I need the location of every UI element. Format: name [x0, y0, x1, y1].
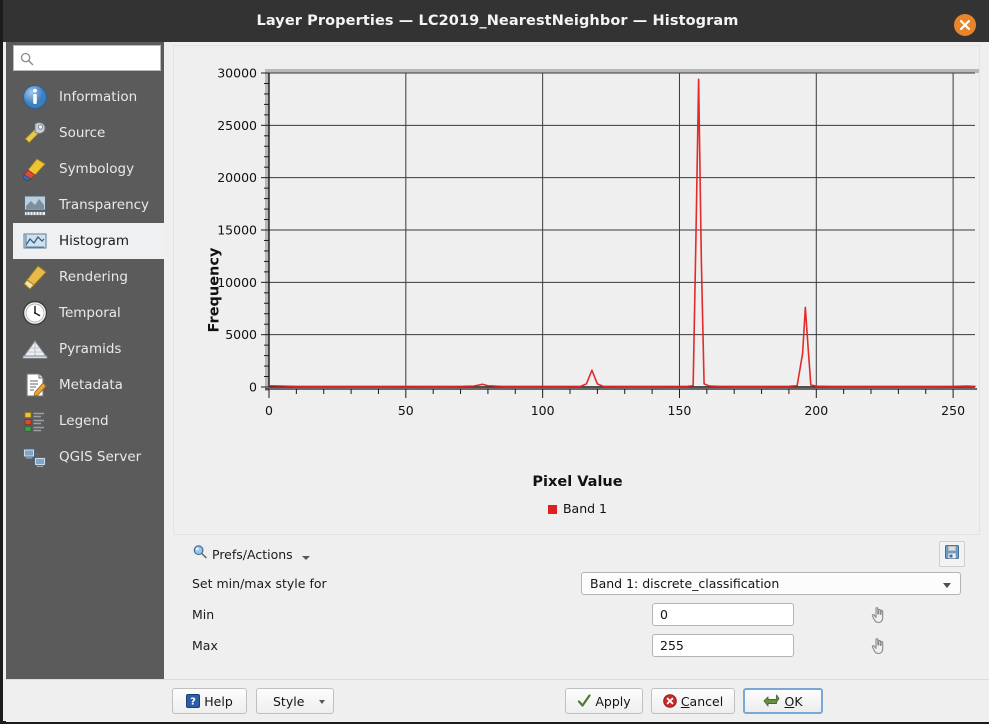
sidebar-item-metadata[interactable]: Metadata — [13, 367, 164, 403]
temporal-icon — [21, 299, 49, 327]
help-icon: ? — [186, 694, 201, 708]
magnifier-icon — [192, 544, 208, 564]
save-icon — [944, 544, 960, 564]
search-box[interactable] — [13, 45, 161, 71]
sidebar-item-label: QGIS Server — [59, 449, 142, 465]
svg-text:25000: 25000 — [217, 118, 257, 133]
svg-text:15000: 15000 — [217, 223, 257, 238]
legend-icon — [21, 407, 49, 435]
svg-text:?: ? — [190, 697, 196, 708]
min-input[interactable] — [652, 603, 794, 626]
apply-label: Apply — [595, 693, 631, 709]
search-input[interactable] — [40, 48, 159, 70]
band-select[interactable]: Band 1: discrete_classification — [581, 572, 961, 595]
metadata-icon — [21, 371, 49, 399]
sidebar-item-label: Temporal — [59, 305, 121, 321]
dialog-button-bar: ? Help Style Apply Cancel OK — [6, 679, 989, 722]
main-panel: Raster Histogram Frequency Pixel Value B… — [164, 42, 989, 679]
transparency-icon — [21, 191, 49, 219]
source-icon — [21, 119, 49, 147]
svg-text:50: 50 — [398, 403, 414, 418]
sidebar-item-label: Legend — [59, 413, 109, 429]
check-icon — [577, 694, 591, 708]
window-title: Layer Properties — LC2019_NearestNeighbo… — [256, 13, 739, 29]
cancel-label: Cancel — [680, 693, 724, 709]
sidebar: Information Source Symbology Transparenc… — [6, 42, 164, 679]
band-select-value: Band 1: discrete_classification — [590, 576, 780, 591]
apply-button[interactable]: Apply — [565, 688, 643, 714]
sidebar-item-label: Source — [59, 125, 106, 141]
close-icon[interactable] — [954, 14, 976, 36]
sidebar-item-rendering[interactable]: Rendering — [13, 259, 164, 295]
sidebar-item-histogram[interactable]: Histogram — [13, 223, 164, 259]
svg-text:150: 150 — [668, 403, 692, 418]
sidebar-item-pyramids[interactable]: Pyramids — [13, 331, 164, 367]
sidebar-item-label: Histogram — [59, 233, 130, 249]
sidebar-item-temporal[interactable]: Temporal — [13, 295, 164, 331]
save-button[interactable] — [939, 541, 965, 567]
style-button[interactable]: Style — [256, 688, 334, 714]
max-pick-icon[interactable] — [869, 636, 889, 656]
histogram-chart: Raster Histogram Frequency Pixel Value B… — [173, 45, 980, 535]
svg-text:30000: 30000 — [217, 66, 257, 81]
svg-text:250: 250 — [941, 403, 965, 418]
svg-text:20000: 20000 — [217, 170, 257, 185]
set-minmax-label: Set min/max style for — [192, 576, 327, 591]
sidebar-item-label: Rendering — [59, 269, 128, 285]
sidebar-item-source[interactable]: Source — [13, 115, 164, 151]
sidebar-item-transparency[interactable]: Transparency — [13, 187, 164, 223]
sidebar-item-qgis-server[interactable]: QGIS Server — [13, 439, 164, 475]
sidebar-item-label: Symbology — [59, 161, 135, 177]
pyramids-icon — [21, 335, 49, 363]
min-label: Min — [192, 607, 215, 622]
max-input[interactable] — [652, 634, 794, 657]
chart-plot-area: 0 5000 10000 15000 20000 25000 30000 0 50 100 150 2… — [217, 66, 979, 418]
chevron-down-icon — [319, 700, 325, 704]
min-pick-icon[interactable] — [869, 605, 889, 625]
help-label: Help — [204, 693, 233, 709]
histogram-icon — [21, 227, 49, 255]
cancel-label-rest: ancel — [689, 693, 724, 709]
sidebar-item-label: Information — [59, 89, 138, 105]
svg-text:200: 200 — [804, 403, 828, 418]
ok-label: OK — [784, 693, 803, 709]
chevron-down-icon — [943, 583, 951, 588]
rendering-icon — [21, 263, 49, 291]
sidebar-item-information[interactable]: Information — [13, 79, 164, 115]
sidebar-item-label: Metadata — [59, 377, 123, 393]
prefs-actions-button[interactable]: Prefs/Actions — [192, 544, 310, 564]
information-icon — [21, 83, 49, 111]
title-bar: Layer Properties — LC2019_NearestNeighbo… — [3, 0, 989, 42]
chevron-down-icon — [301, 556, 310, 560]
ok-check-icon — [763, 694, 780, 708]
max-label: Max — [192, 638, 218, 653]
help-button[interactable]: ? Help — [172, 688, 247, 714]
sidebar-item-symbology[interactable]: Symbology — [13, 151, 164, 187]
symbology-icon — [21, 155, 49, 183]
ok-button[interactable]: OK — [743, 688, 823, 714]
search-icon — [20, 51, 34, 70]
svg-text:0: 0 — [249, 380, 257, 395]
qgis-server-icon — [21, 443, 49, 471]
svg-text:100: 100 — [531, 403, 555, 418]
sidebar-item-label: Transparency — [59, 197, 150, 213]
cancel-icon — [663, 694, 677, 708]
prefs-actions-label: Prefs/Actions — [212, 546, 293, 562]
cancel-button[interactable]: Cancel — [651, 688, 735, 714]
svg-text:5000: 5000 — [225, 327, 257, 342]
style-label: Style — [273, 693, 305, 709]
svg-text:0: 0 — [265, 403, 273, 418]
sidebar-item-label: Pyramids — [59, 341, 122, 357]
layer-properties-dialog: Layer Properties — LC2019_NearestNeighbo… — [0, 0, 989, 724]
sidebar-item-legend[interactable]: Legend — [13, 403, 164, 439]
svg-text:10000: 10000 — [217, 275, 257, 290]
